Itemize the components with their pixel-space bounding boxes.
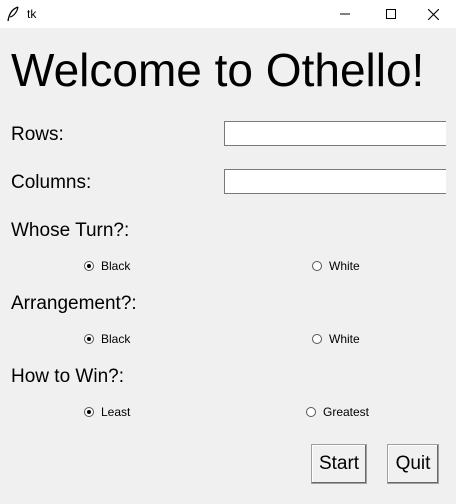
close-icon <box>427 8 439 20</box>
columns-label: Columns: <box>11 172 92 193</box>
radio-selected-indicator <box>84 261 94 271</box>
radio-selected-indicator <box>84 407 94 417</box>
radio-indicator <box>312 261 322 271</box>
radio-label: Greatest <box>323 405 370 419</box>
how-to-win-label: How to Win?: <box>11 366 124 387</box>
window-title: tk <box>27 7 37 21</box>
radio-indicator <box>312 334 322 344</box>
arrangement-black-radio[interactable]: Black <box>84 332 130 346</box>
radio-label: Black <box>101 332 131 346</box>
radio-label: White <box>329 332 360 346</box>
arrangement-white-radio[interactable]: White <box>312 332 360 346</box>
start-button[interactable]: Start <box>311 444 367 484</box>
radio-label: White <box>329 259 360 273</box>
title-bar: tk <box>0 0 456 28</box>
feather-icon <box>6 6 20 22</box>
radio-label: Least <box>101 405 131 419</box>
close-button[interactable] <box>410 0 456 28</box>
quit-button[interactable]: Quit <box>387 444 439 484</box>
arrangement-label: Arrangement?: <box>11 293 137 314</box>
rows-label: Rows: <box>11 124 64 145</box>
radio-selected-indicator <box>84 334 94 344</box>
columns-input[interactable] <box>224 169 446 194</box>
whose-turn-label: Whose Turn?: <box>11 220 130 241</box>
minimize-icon <box>340 9 350 19</box>
whose-turn-white-radio[interactable]: White <box>312 259 360 273</box>
how-to-win-least-radio[interactable]: Least <box>84 405 130 419</box>
whose-turn-black-radio[interactable]: Black <box>84 259 130 273</box>
maximize-button[interactable] <box>368 0 414 28</box>
rows-input[interactable] <box>224 121 446 146</box>
radio-label: Black <box>101 259 131 273</box>
how-to-win-greatest-radio[interactable]: Greatest <box>306 405 369 419</box>
maximize-icon <box>386 9 396 19</box>
minimize-button[interactable] <box>322 0 368 28</box>
radio-indicator <box>306 407 316 417</box>
page-title: Welcome to Othello! <box>11 44 425 96</box>
